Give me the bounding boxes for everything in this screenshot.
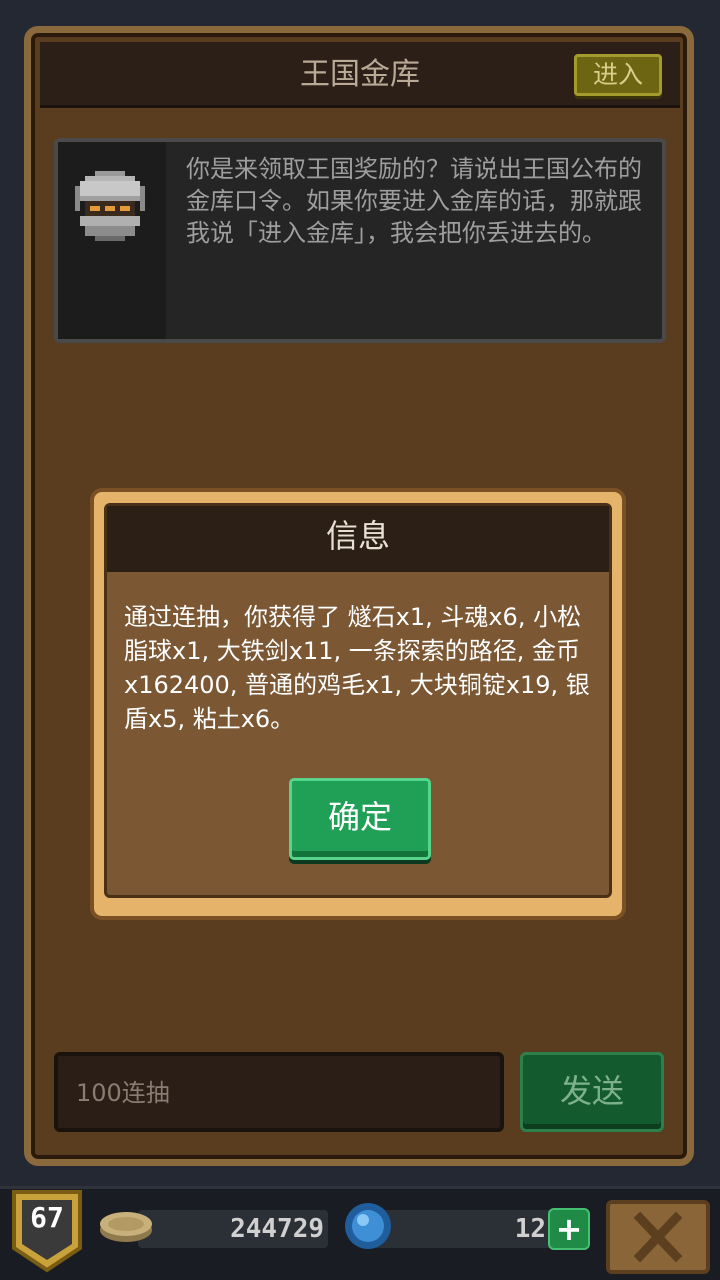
npc-speech-text: 你是来领取王国奖励的？请说出王国公布的金库口令。如果你要进入金库的话，那就跟我说… (186, 155, 642, 247)
blue-gem-icon (345, 1203, 391, 1249)
coin-icon (100, 1212, 152, 1242)
gem-count: 12 (514, 1214, 546, 1244)
add-gems-button[interactable]: + (548, 1208, 590, 1250)
confirm-button[interactable]: 确定 (289, 778, 431, 860)
info-dialog-title: 信息 (325, 517, 390, 555)
knight-helmet-icon (75, 171, 145, 241)
command-input[interactable]: 100连抽 (54, 1052, 504, 1132)
coin-count: 244729 (230, 1214, 324, 1244)
player-level: 67 (30, 1201, 64, 1234)
reward-message: 通过连抽，你获得了 燧石x1, 斗魂x6, 小松脂球x1, 大铁剑x11, 一条… (124, 603, 590, 733)
send-button[interactable]: 发送 (520, 1052, 664, 1132)
enter-button[interactable]: 进入 (574, 54, 662, 96)
close-icon (633, 1211, 683, 1263)
close-button[interactable] (606, 1200, 710, 1274)
